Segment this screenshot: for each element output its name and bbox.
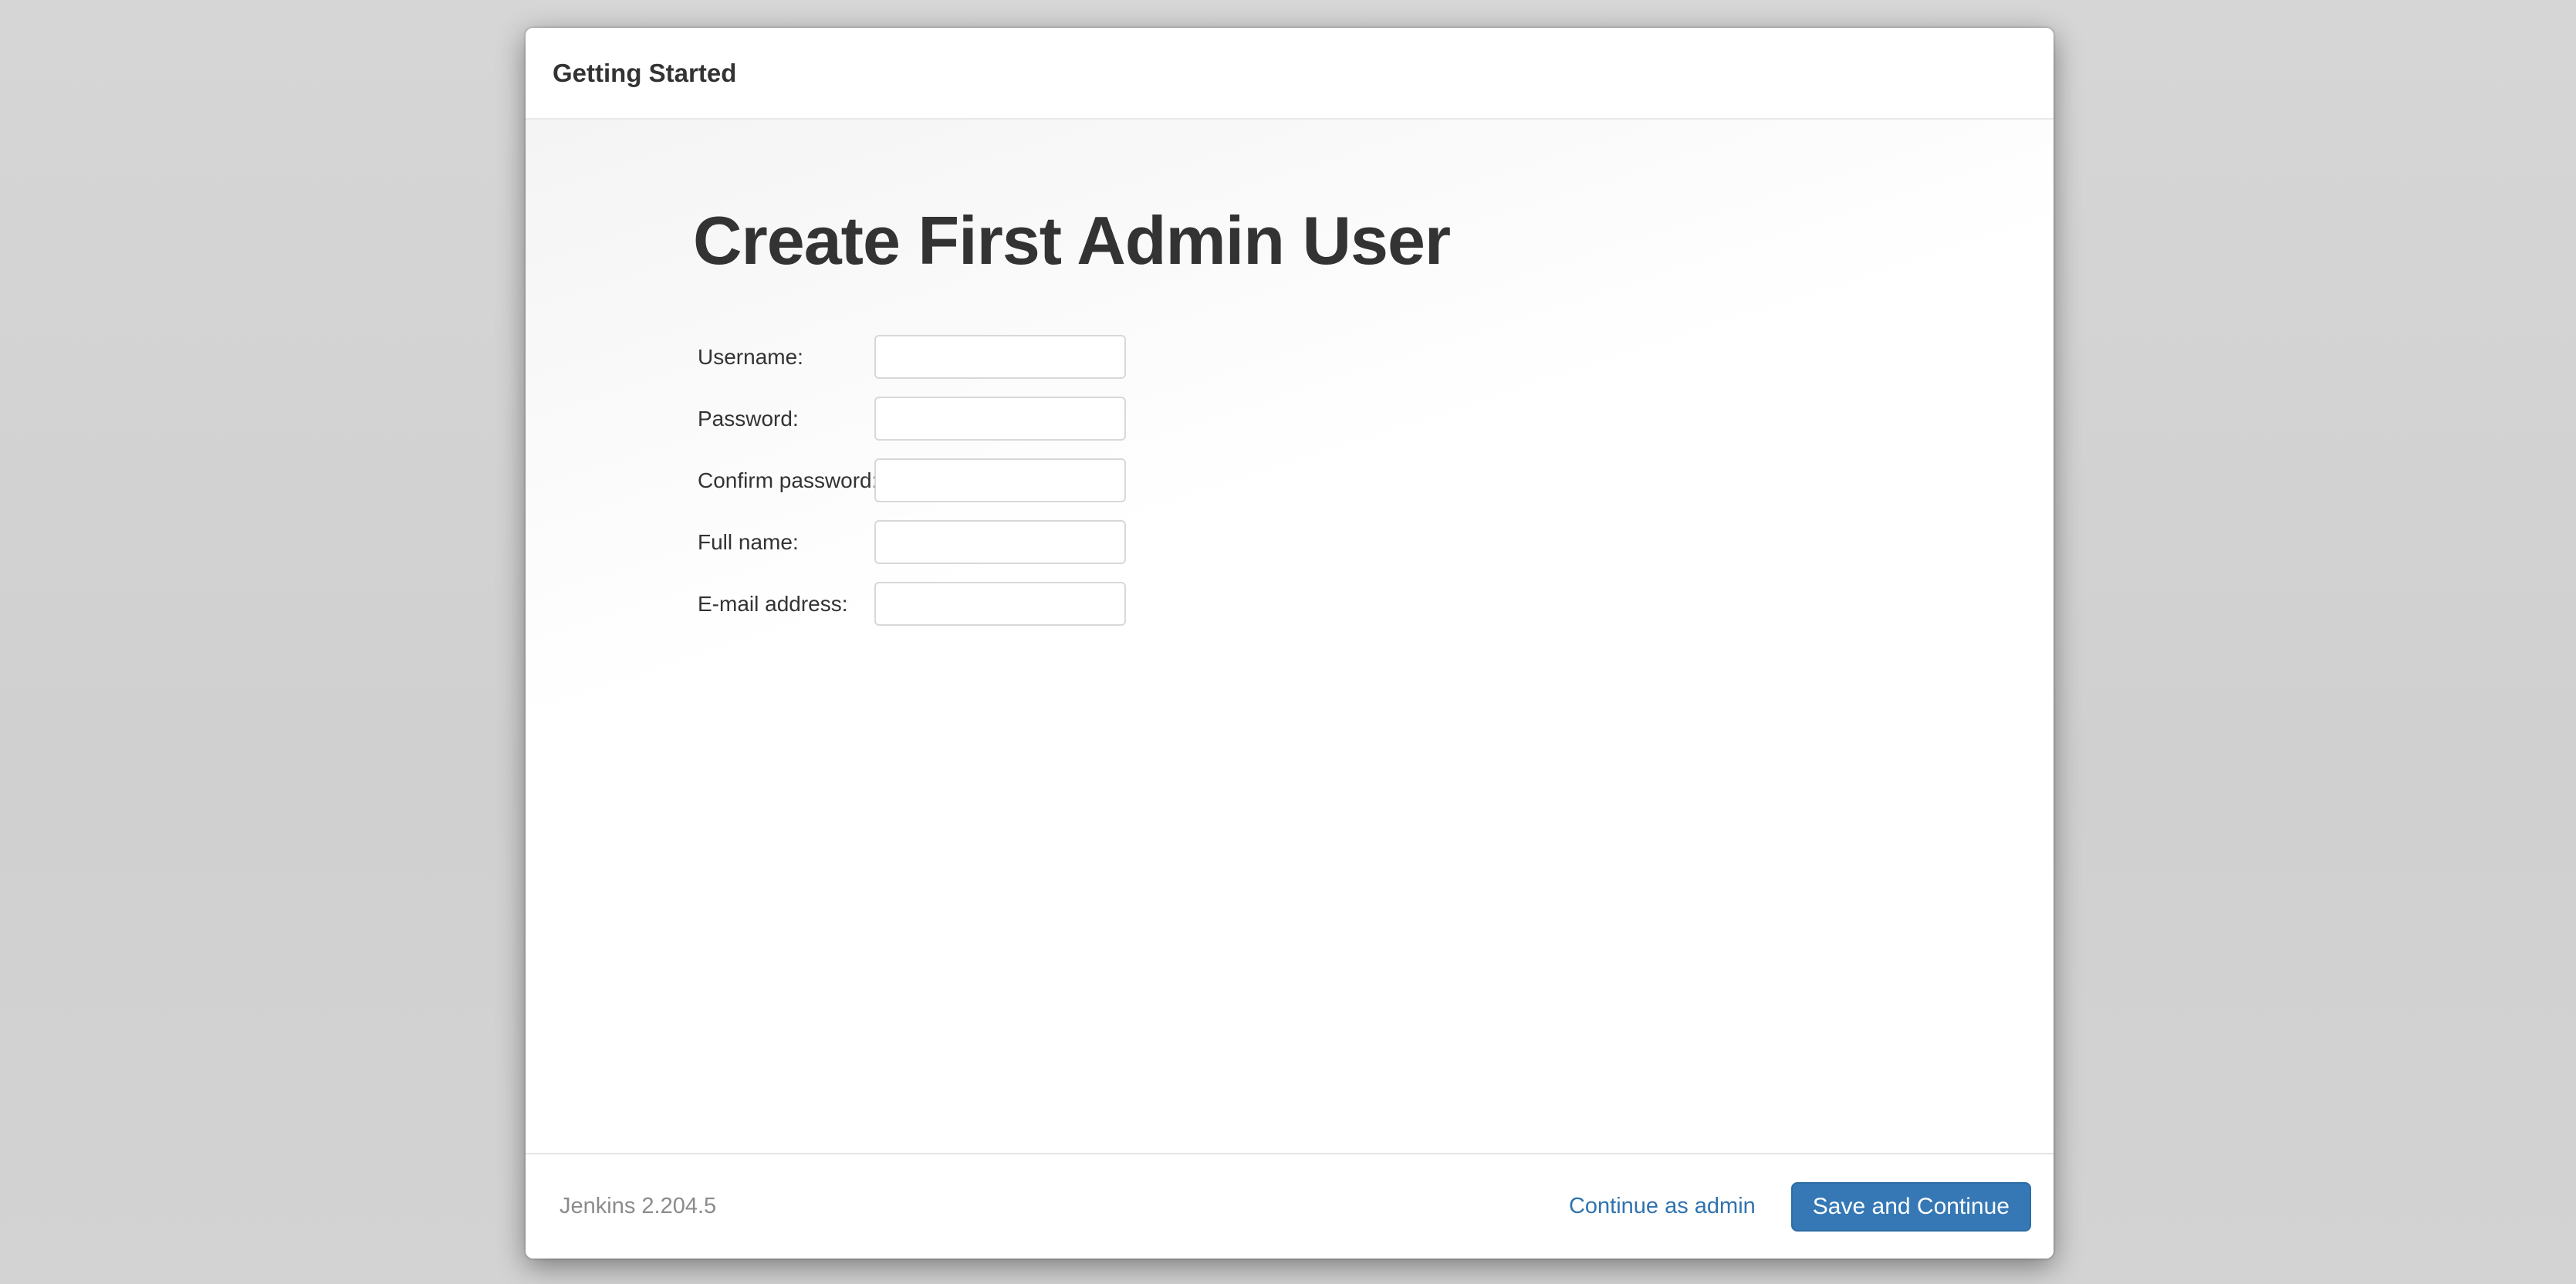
- setup-wizard-dialog: Getting Started Create First Admin User …: [526, 28, 2054, 1259]
- username-input[interactable]: [874, 335, 1126, 379]
- full-name-input[interactable]: [874, 520, 1126, 564]
- dialog-footer: Jenkins 2.204.5 Continue as admin Save a…: [526, 1153, 2054, 1259]
- password-input[interactable]: [874, 397, 1126, 441]
- dialog-content: Create First Admin User Username: Passwo…: [526, 120, 2054, 1153]
- confirm-password-input[interactable]: [874, 458, 1126, 502]
- save-and-continue-button[interactable]: Save and Continue: [1791, 1182, 2031, 1232]
- dialog-header-title: Getting Started: [553, 59, 736, 88]
- continue-as-admin-link[interactable]: Continue as admin: [1569, 1194, 1756, 1219]
- create-admin-form: Username: Password: Confirm password: Fu…: [698, 335, 2054, 626]
- email-label: E-mail address:: [698, 592, 874, 617]
- email-input[interactable]: [874, 582, 1126, 626]
- jenkins-version-text: Jenkins 2.204.5: [559, 1194, 716, 1219]
- dialog-header: Getting Started: [526, 28, 2054, 120]
- full-name-label: Full name:: [698, 530, 874, 555]
- password-label: Password:: [698, 407, 874, 431]
- username-label: Username:: [698, 345, 874, 370]
- page-title: Create First Admin User: [693, 201, 2054, 279]
- confirm-password-label: Confirm password:: [698, 468, 874, 493]
- desktop-background: { "dialog": { "header": { "title": "Gett…: [0, 0, 2576, 1284]
